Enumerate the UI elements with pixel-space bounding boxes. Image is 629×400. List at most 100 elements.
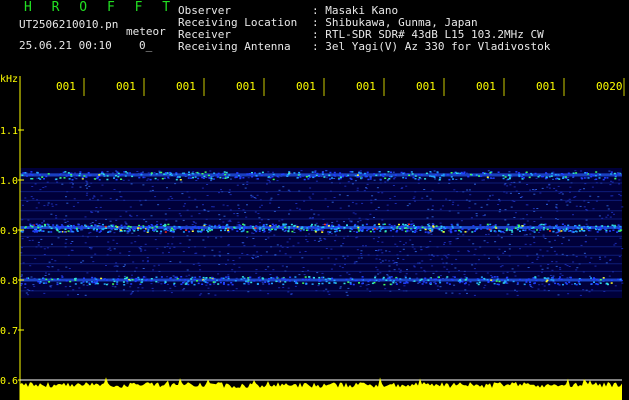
noise-dot [298, 208, 301, 210]
band-pixel [115, 279, 118, 281]
noise-dot [267, 237, 270, 239]
noise-dot [277, 194, 280, 196]
noise-dot [277, 206, 280, 208]
noise-dot [529, 189, 532, 191]
band-pixel [322, 226, 325, 228]
band-pixel [63, 177, 66, 179]
noise-dot [242, 183, 245, 185]
band-pixel [117, 172, 120, 175]
noise-dot [287, 189, 290, 191]
noise-dot [65, 215, 68, 217]
band-pixel [164, 223, 167, 226]
noise-dot [572, 176, 575, 178]
noise-dot [531, 286, 534, 288]
band-pixel [540, 175, 543, 178]
noise-dot [475, 215, 478, 217]
noise-dot [393, 177, 396, 179]
noise-dot [288, 238, 291, 240]
band-pixel [223, 282, 225, 284]
noise-dot [229, 220, 232, 222]
band-pixel [175, 172, 178, 174]
band-pixel [614, 174, 617, 177]
noise-dot [585, 219, 588, 221]
noise-dot [565, 201, 568, 203]
band-pixel [268, 283, 271, 285]
band-pixel [610, 173, 613, 175]
band-pixel [239, 176, 242, 178]
band-pixel [390, 276, 393, 278]
band-pixel [405, 227, 408, 229]
noise-dot [236, 213, 239, 214]
noise-dot [191, 224, 194, 226]
noise-dot [370, 202, 373, 204]
noise-dot [498, 211, 501, 213]
noise-dot [134, 241, 137, 243]
band-pixel [116, 283, 119, 285]
band-pixel [346, 224, 348, 227]
band-pixel [424, 231, 427, 233]
noise-dot [190, 215, 193, 217]
noise-dot [270, 197, 273, 199]
band-pixel [255, 230, 258, 233]
noise-dot [94, 220, 97, 222]
noise-dot [358, 170, 361, 172]
band-pixel [300, 227, 303, 230]
noise-dot [236, 224, 239, 226]
band-pixel [59, 226, 62, 228]
band-pixel [172, 229, 175, 231]
noise-dot [605, 216, 608, 218]
noise-dot [402, 258, 405, 260]
noise-dot [406, 269, 408, 271]
band-pixel [334, 230, 337, 233]
band-pixel [147, 230, 150, 233]
band-pixel [565, 228, 568, 231]
noise-dot [129, 286, 132, 288]
band-pixel [298, 173, 301, 176]
noise-dot [460, 220, 463, 222]
band-pixel [275, 276, 278, 278]
band-pixel [444, 227, 447, 230]
band-pixel [395, 283, 398, 285]
band-pixel [461, 173, 464, 175]
band-pixel [123, 230, 126, 232]
band-pixel [604, 177, 606, 179]
noise-dot [352, 212, 355, 214]
band-pixel [413, 231, 416, 233]
noise-dot [122, 266, 125, 267]
band-pixel [164, 281, 167, 283]
band-pixel [476, 278, 479, 280]
band-pixel [504, 280, 507, 283]
noise-dot [72, 289, 75, 291]
band-pixel [451, 227, 454, 229]
noise-dot [32, 198, 35, 200]
band-pixel [87, 172, 90, 174]
band-pixel [184, 279, 187, 281]
band-pixel [225, 276, 228, 278]
noise-dot [85, 194, 88, 196]
band-pixel [202, 276, 205, 279]
band-pixel [140, 225, 143, 228]
noise-dot [514, 275, 517, 277]
noise-dot [555, 253, 558, 255]
band-pixel [288, 226, 291, 228]
noise-dot [107, 241, 110, 243]
band-pixel [369, 176, 372, 178]
band-pixel [105, 227, 107, 229]
noise-dot [89, 231, 92, 233]
noise-dot [55, 215, 57, 217]
band-pixel [124, 175, 127, 177]
band-pixel [268, 227, 271, 229]
band-pixel [184, 283, 187, 285]
noise-dot [575, 256, 578, 258]
noise-dot [86, 284, 89, 286]
band-pixel [318, 276, 321, 279]
noise-dot [445, 277, 448, 279]
noise-dot [166, 187, 168, 189]
noise-dot [414, 251, 417, 253]
band-pixel [227, 283, 230, 286]
noise-dot [140, 250, 143, 252]
noise-dot [542, 234, 545, 236]
band-pixel [134, 280, 137, 283]
noise-dot [168, 251, 170, 253]
band-pixel [178, 176, 181, 178]
